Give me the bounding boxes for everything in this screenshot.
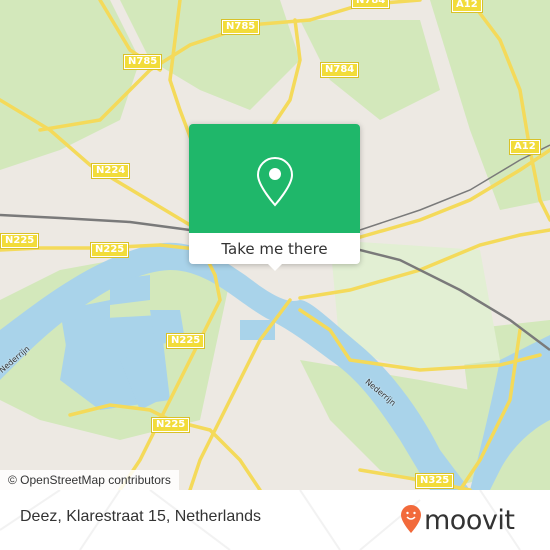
road-label-n225-bottom: N225 — [150, 417, 191, 433]
moovit-wordmark: moovit — [424, 505, 515, 536]
road-label-n224: N224 — [90, 163, 131, 179]
road-label-n225-center: N225 — [165, 333, 206, 349]
map-attribution[interactable]: © OpenStreetMap contributors — [0, 470, 179, 490]
road-label-n225-far-left: N225 — [0, 233, 40, 249]
popup-pointer — [267, 263, 283, 271]
footer: Deez, Klarestraat 15, Netherlands moovit — [0, 490, 550, 550]
location-popup: Take me there — [189, 124, 360, 271]
popup-header — [189, 124, 360, 233]
moovit-pin-icon — [400, 504, 422, 538]
road-label-n784-top: N784 — [350, 0, 391, 9]
road-label-a12-top: A12 — [451, 0, 483, 13]
road-label-n225-left: N225 — [89, 242, 130, 258]
moovit-logo[interactable]: moovit — [400, 504, 515, 538]
address-text: Deez, Klarestraat 15, Netherlands — [20, 508, 262, 525]
road-label-n785-left: N785 — [122, 54, 163, 70]
take-me-there-button[interactable]: Take me there — [189, 233, 360, 264]
road-label-n325: N325 — [414, 473, 455, 489]
map[interactable]: N784 N785 N785 N784 A12 A12 N224 N225 N2… — [0, 0, 550, 490]
road-label-a12-right: A12 — [509, 139, 541, 155]
road-label-n785-top: N785 — [220, 19, 261, 35]
road-label-n784: N784 — [319, 62, 360, 78]
